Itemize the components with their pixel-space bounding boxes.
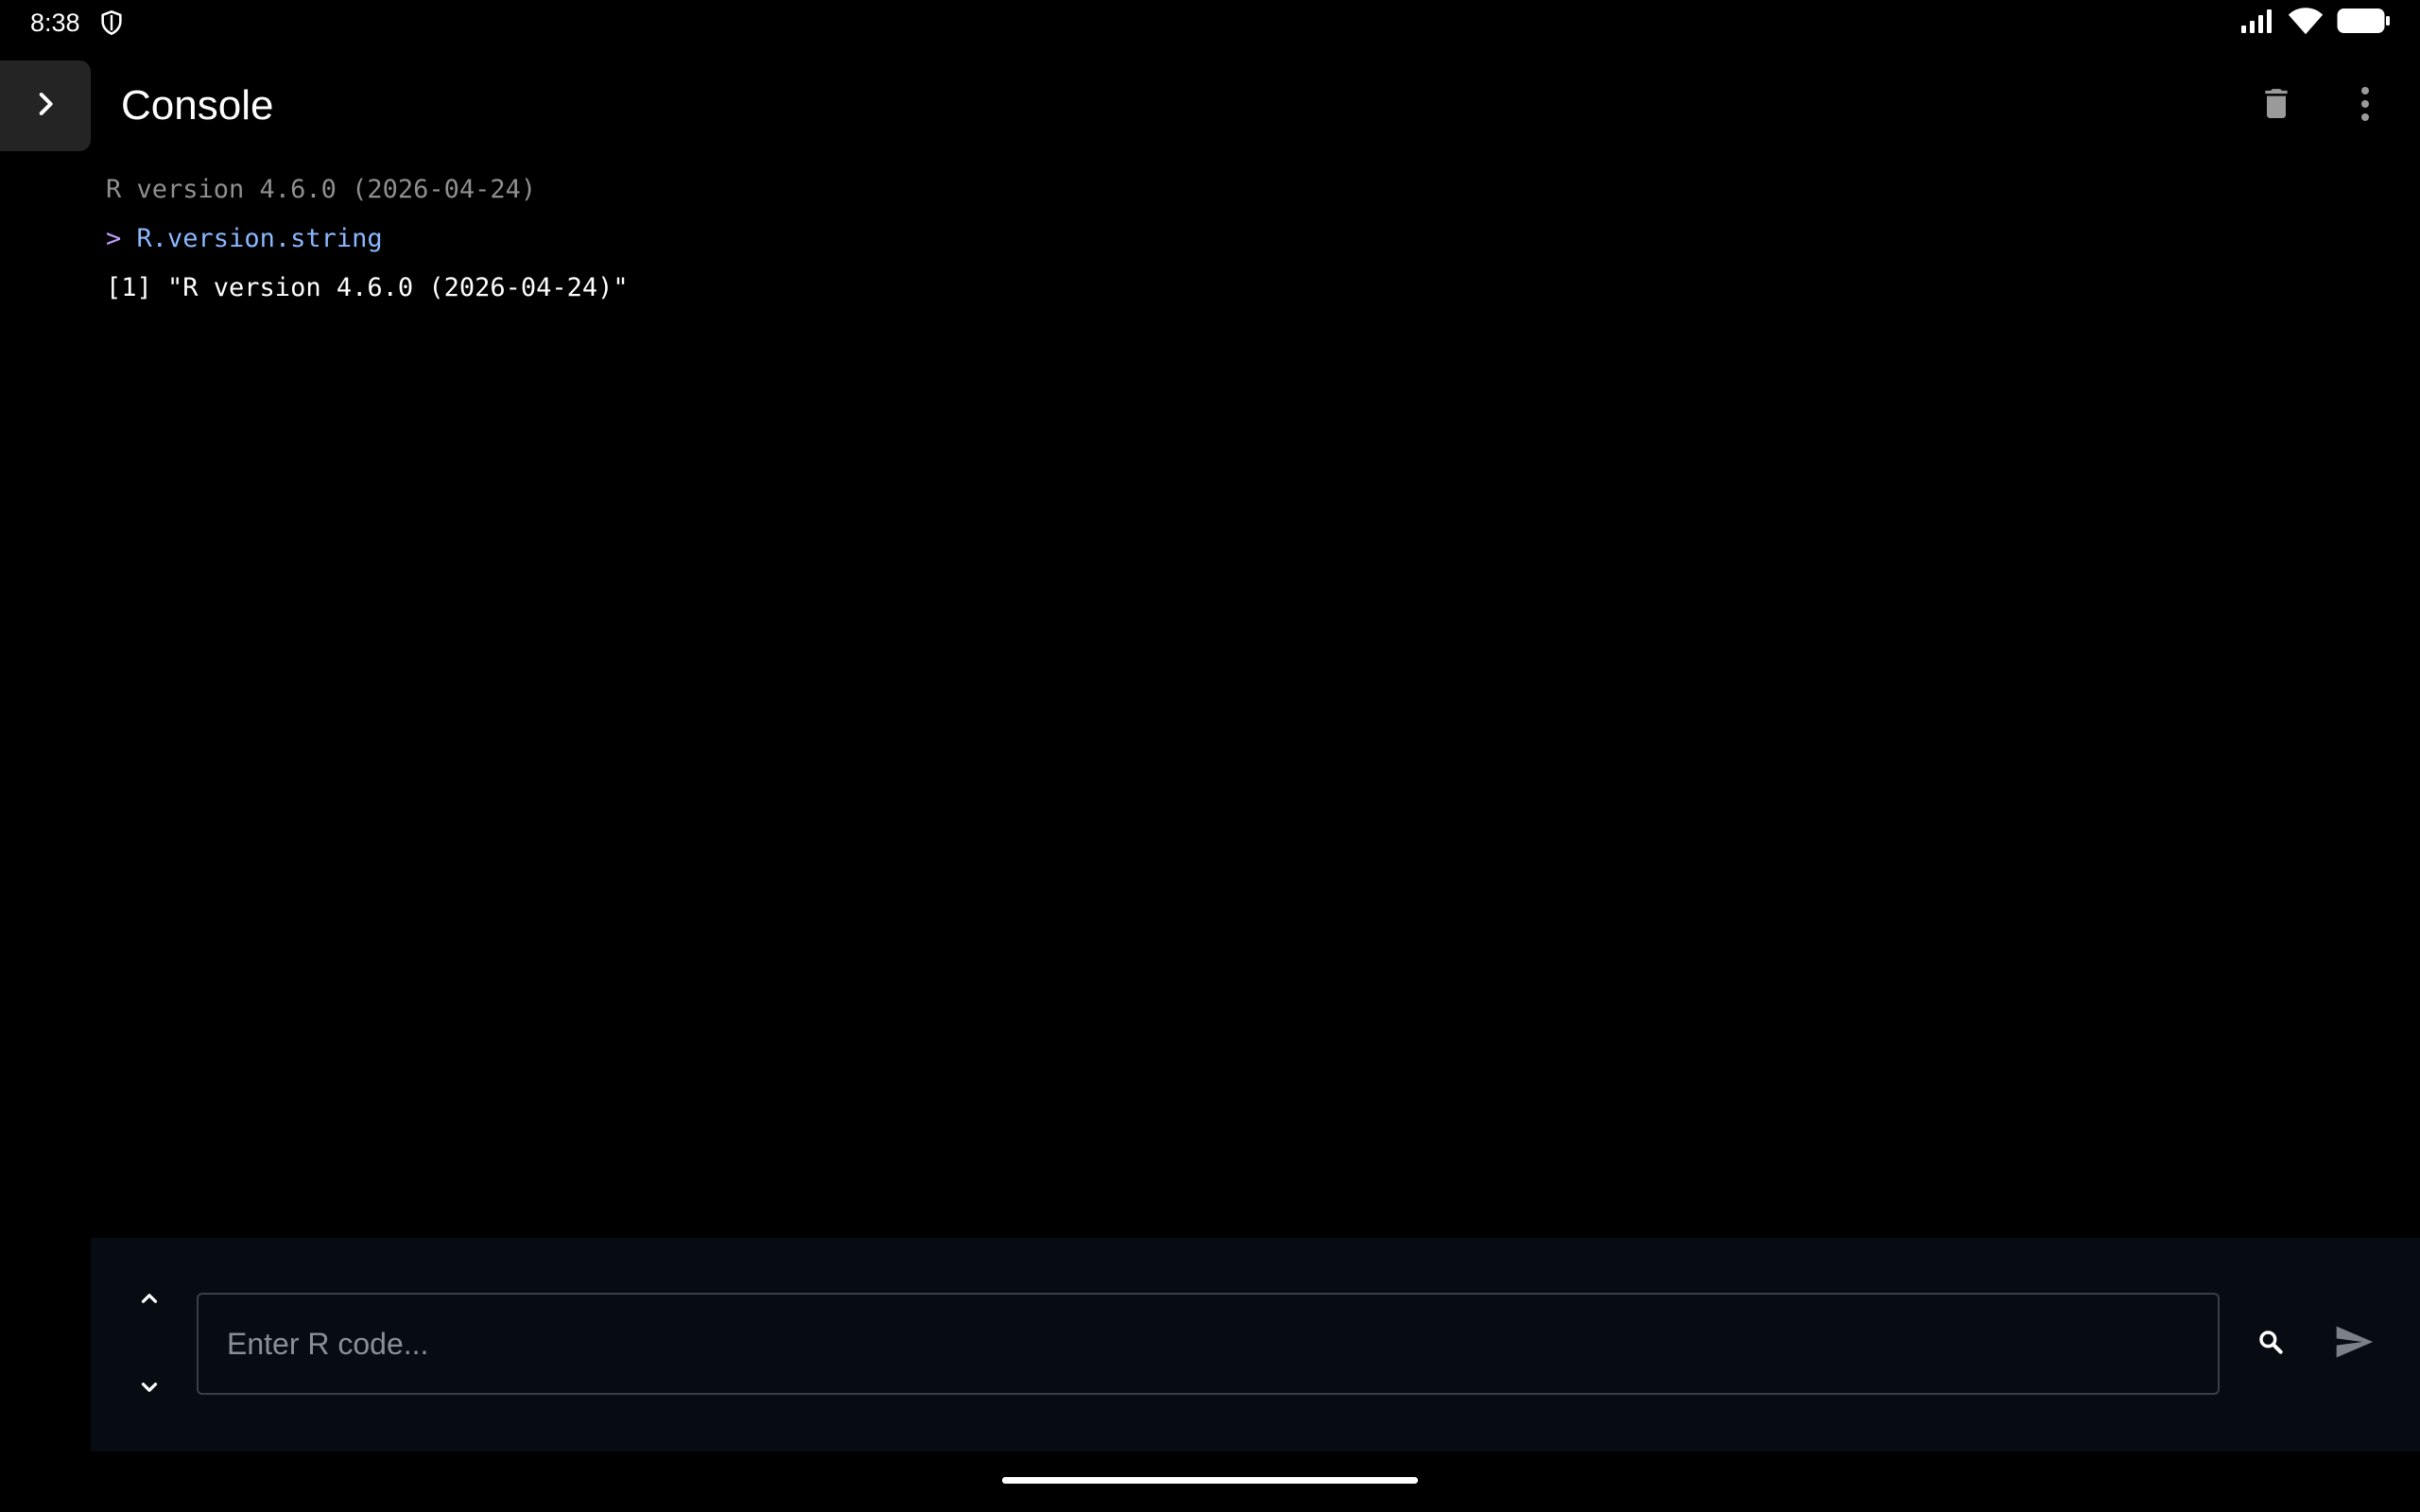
console-command-line: > R.version.string: [106, 217, 2375, 266]
status-time: 8:38: [30, 9, 80, 37]
app-root: 8:38 Console R version 4.6.0 (2026-04-24…: [0, 0, 2420, 1512]
chevron-up-icon: [137, 1286, 162, 1315]
history-next-button[interactable]: [129, 1368, 170, 1410]
console-prompt: >: [106, 224, 122, 253]
chevron-right-icon: [29, 88, 61, 125]
console-command: R.version.string: [136, 224, 383, 253]
status-icons: [2240, 7, 2392, 40]
send-icon: [2330, 1321, 2377, 1367]
drawer-toggle-button[interactable]: [0, 60, 91, 151]
console-banner: R version 4.6.0 (2026-04-24): [106, 175, 537, 204]
more-options-button[interactable]: [2339, 79, 2392, 132]
history-previous-button[interactable]: [129, 1280, 170, 1321]
search-button[interactable]: [2246, 1319, 2295, 1368]
r-code-input[interactable]: [197, 1293, 2220, 1395]
wifi-icon: [2288, 7, 2324, 40]
console-result: [1] "R version 4.6.0 (2026-04-24)": [106, 273, 629, 302]
more-vert-icon: [2360, 85, 2371, 128]
send-button[interactable]: [2325, 1315, 2382, 1372]
battery-icon: [2337, 8, 2392, 39]
chevron-down-icon: [137, 1375, 162, 1404]
input-panel: [91, 1238, 2420, 1452]
console-output: R version 4.6.0 (2026-04-24) > R.version…: [106, 168, 2375, 316]
clear-console-button[interactable]: [2250, 79, 2303, 132]
search-icon: [2256, 1327, 2286, 1362]
delete-icon: [2257, 83, 2295, 129]
status-bar: 8:38: [0, 0, 2420, 45]
shield-icon: [98, 9, 125, 36]
home-indicator[interactable]: [1002, 1477, 1418, 1484]
cellular-signal-icon: [2240, 9, 2274, 38]
page-title: Console: [121, 82, 274, 129]
